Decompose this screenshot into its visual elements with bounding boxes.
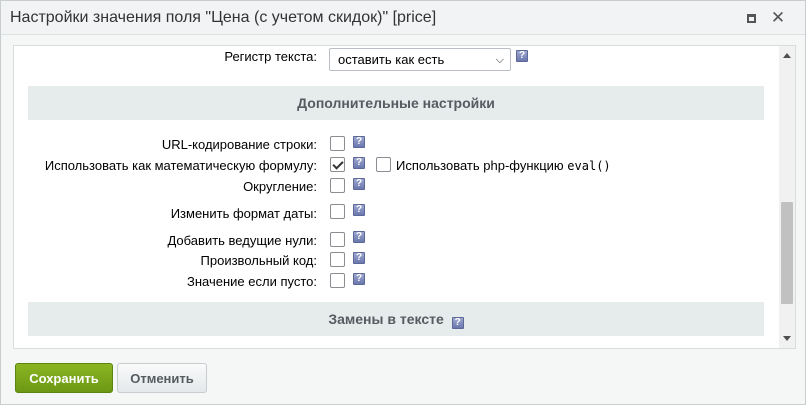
section-replacements-title: Замены в тексте xyxy=(328,311,444,327)
date-format-checkbox[interactable] xyxy=(330,204,345,219)
leading-zeros-checkbox[interactable] xyxy=(330,232,345,247)
scrollbar-thumb[interactable] xyxy=(781,202,793,304)
url-encode-checkbox[interactable] xyxy=(330,136,345,151)
if-empty-row: Значение если пусто: ? xyxy=(14,272,795,292)
leading-zeros-label: Добавить ведущие нули: xyxy=(167,233,317,248)
cancel-button[interactable]: Отменить xyxy=(117,363,207,393)
close-icon[interactable]: ✕ xyxy=(769,9,787,27)
url-encode-label: URL-кодирование строки: xyxy=(161,137,317,152)
save-button[interactable]: Сохранить xyxy=(15,363,113,393)
help-icon[interactable]: ? xyxy=(451,317,464,329)
text-case-select[interactable]: оставить как есть ⌵ xyxy=(329,48,511,71)
help-icon[interactable]: ? xyxy=(353,252,365,264)
section-additional-settings: Дополнительные настройки xyxy=(28,86,764,120)
settings-dialog: Настройки значения поля "Цена (с учетом … xyxy=(0,0,806,405)
custom-code-label: Произвольный код: xyxy=(200,253,317,268)
php-eval-code: eval() xyxy=(567,159,611,173)
custom-code-checkbox[interactable] xyxy=(330,252,345,267)
math-formula-row: Использовать как математическую формулу:… xyxy=(14,156,795,176)
date-format-row: Изменить формат даты: ? xyxy=(14,204,795,224)
rounding-label: Округление: xyxy=(243,179,317,194)
url-encode-row: URL-кодирование строки: ? xyxy=(14,135,795,155)
php-eval-label-text: Использовать php-функцию xyxy=(396,158,564,173)
php-eval-label: Использовать php-функцию eval() xyxy=(396,158,611,173)
help-icon[interactable]: ? xyxy=(353,231,365,243)
settings-panel[interactable]: Регистр текста: оставить как есть ⌵ ? До… xyxy=(13,45,796,349)
if-empty-label: Значение если пусто: xyxy=(187,274,317,289)
math-formula-checkbox[interactable] xyxy=(330,157,345,172)
leading-zeros-row: Добавить ведущие нули: ? xyxy=(14,231,795,251)
rounding-row: Округление: ? xyxy=(14,177,795,197)
scroll-down-icon[interactable] xyxy=(783,336,791,341)
maximize-icon[interactable] xyxy=(742,9,760,27)
scroll-up-icon[interactable] xyxy=(783,53,791,58)
text-case-row: Регистр текста: оставить как есть ⌵ ? xyxy=(14,47,795,71)
math-formula-label: Использовать как математическую формулу: xyxy=(44,158,317,173)
help-icon[interactable]: ? xyxy=(353,273,365,285)
help-icon[interactable]: ? xyxy=(353,136,365,148)
chevron-down-icon: ⌵ xyxy=(495,54,504,66)
custom-code-row: Произвольный код: ? xyxy=(14,251,795,271)
help-icon[interactable]: ? xyxy=(353,178,365,190)
date-format-label: Изменить формат даты: xyxy=(170,206,317,221)
help-icon[interactable]: ? xyxy=(353,157,365,169)
vertical-scrollbar[interactable] xyxy=(779,46,795,348)
help-icon[interactable]: ? xyxy=(353,204,365,216)
dialog-title: Настройки значения поля "Цена (с учетом … xyxy=(10,9,437,26)
text-case-label: Регистр текста: xyxy=(224,49,317,64)
text-case-selected-value: оставить как есть xyxy=(338,52,445,67)
php-eval-checkbox[interactable] xyxy=(376,157,391,172)
if-empty-checkbox[interactable] xyxy=(330,273,345,288)
rounding-checkbox[interactable] xyxy=(330,178,345,193)
dialog-titlebar[interactable]: Настройки значения поля "Цена (с учетом … xyxy=(1,1,805,35)
section-replacements: Замены в тексте ? xyxy=(28,302,764,336)
help-icon[interactable]: ? xyxy=(516,50,528,62)
